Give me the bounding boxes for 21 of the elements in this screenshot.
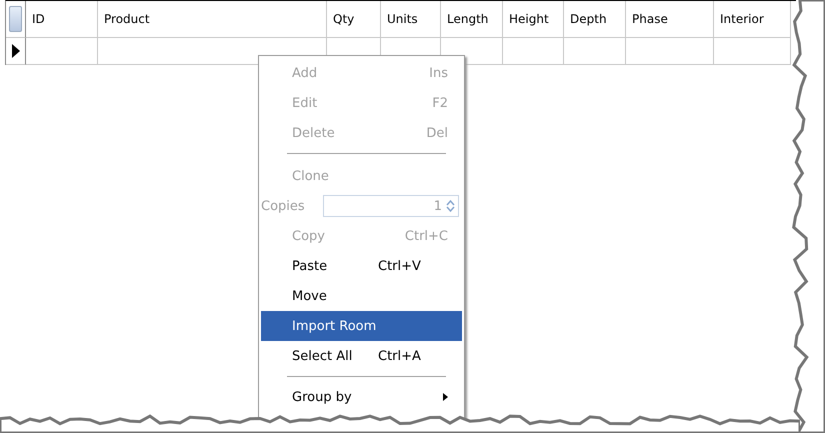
column-header[interactable]: Phase: [626, 1, 714, 38]
column-header[interactable]: Interior: [714, 1, 791, 38]
spin-arrows-icon[interactable]: [446, 199, 455, 213]
menu-item[interactable]: Paste Ctrl+V: [259, 251, 464, 281]
table-cell: [503, 38, 564, 65]
select-all-corner[interactable]: [9, 6, 22, 32]
table-cell: [564, 38, 626, 65]
column-header[interactable]: Length: [441, 1, 503, 38]
column-header[interactable]: ID: [26, 1, 98, 38]
submenu-arrow-icon: [443, 393, 448, 401]
menu-item[interactable]: Group by: [259, 384, 464, 410]
column-header[interactable]: Units: [381, 1, 441, 38]
copies-label: Copies: [260, 198, 306, 214]
menu-item[interactable]: Move: [259, 281, 464, 311]
column-header[interactable]: Qty: [327, 1, 381, 38]
column-header[interactable]: Product: [98, 1, 327, 38]
column-header[interactable]: Height: [503, 1, 564, 38]
column-header[interactable]: Depth: [564, 1, 626, 38]
table-cell: [26, 38, 98, 65]
menu-item[interactable]: Select All Ctrl+A: [259, 341, 464, 371]
menu-item[interactable]: Import Room: [261, 311, 462, 341]
